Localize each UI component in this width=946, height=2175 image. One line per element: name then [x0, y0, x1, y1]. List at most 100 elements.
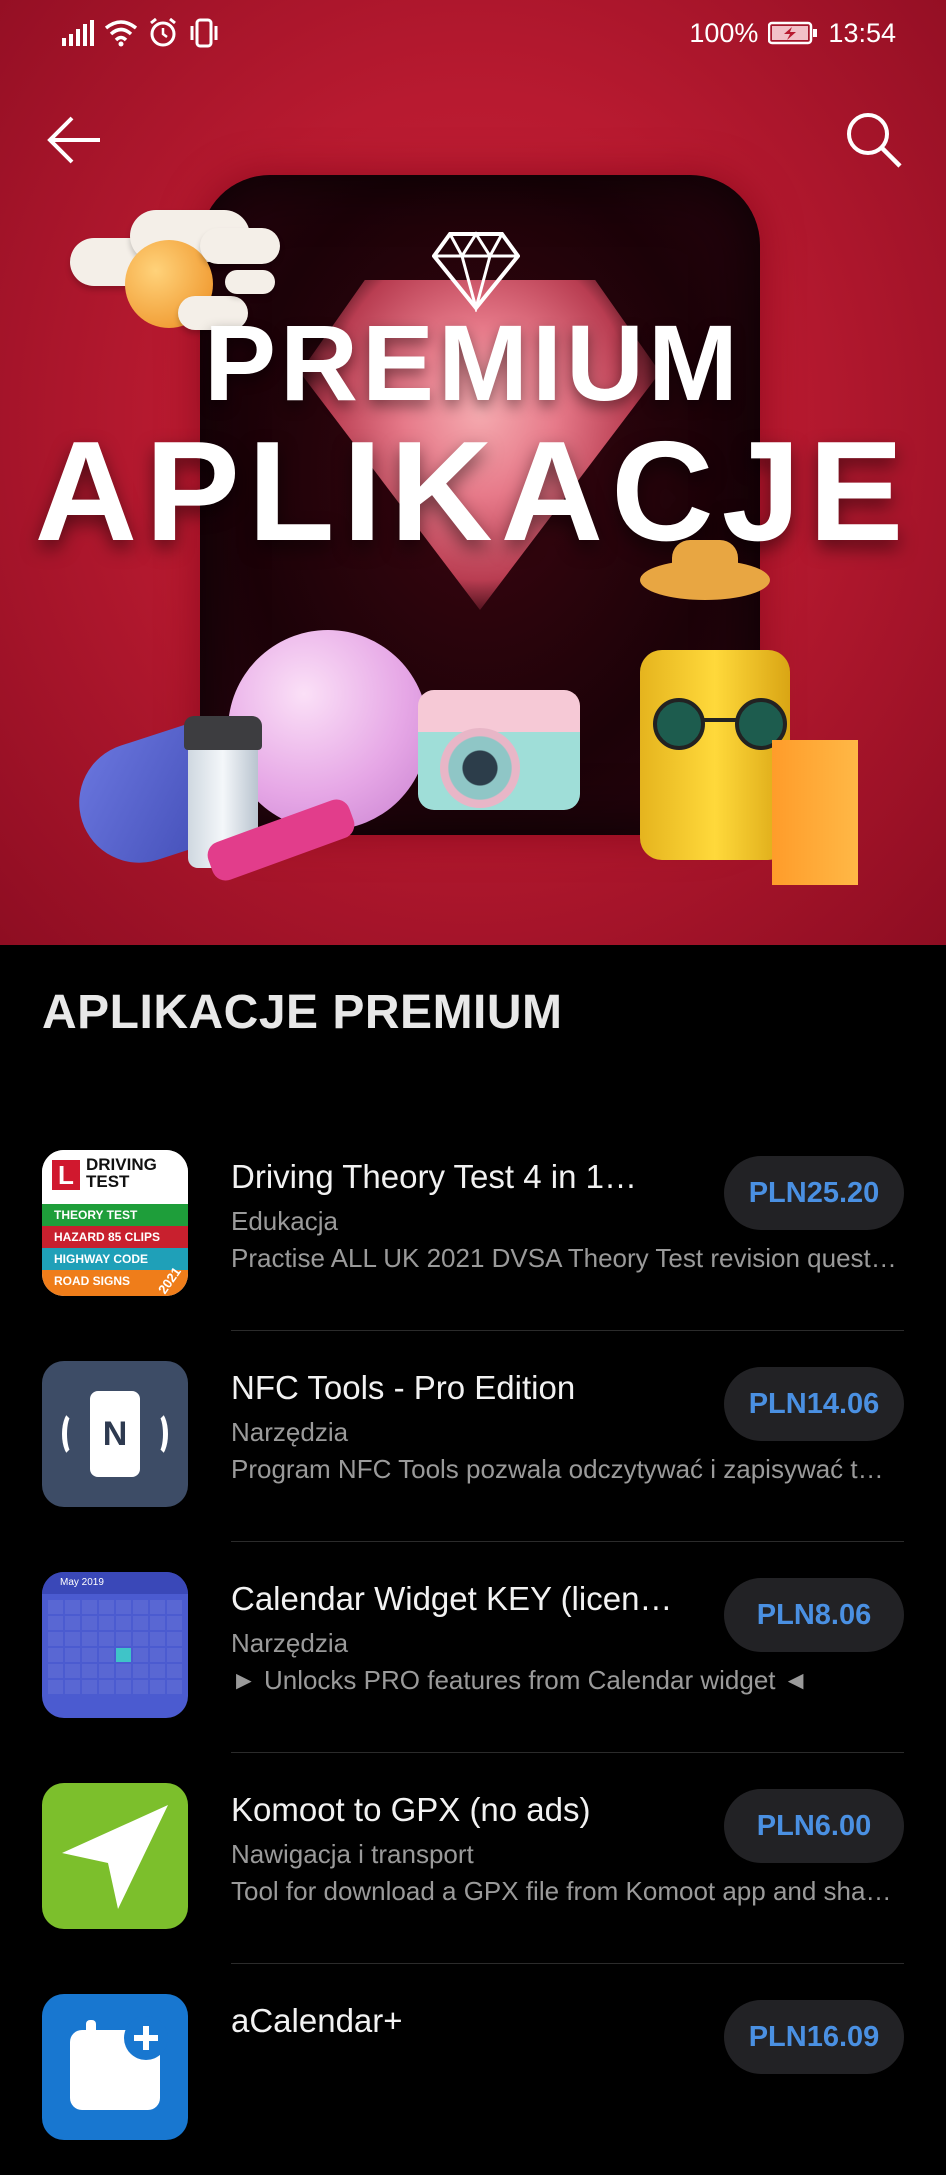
calendar-cell — [82, 1600, 97, 1614]
status-icons-right: 100% 13:54 — [689, 18, 896, 49]
app-name: Driving Theory Test 4 in 1… — [231, 1158, 637, 1195]
price-button[interactable]: PLN14.06 — [724, 1367, 904, 1441]
navigation-arrow-icon — [42, 1783, 188, 1929]
calendar-plus-icon — [70, 2016, 168, 2110]
hero-title-premium: PREMIUM — [204, 302, 742, 423]
list-item[interactable]: L DRIVING TEST THEORY TEST HAZARD 85 CLI… — [0, 1120, 946, 1331]
nfc-wave-left — [62, 1411, 82, 1457]
calendar-cell — [82, 1616, 97, 1630]
list-item[interactable]: N NFC Tools - Pro Edition Narzędzia Prog… — [0, 1331, 946, 1542]
app-description: ► Unlocks PRO features from Calendar wid… — [231, 1665, 809, 1695]
calendar-cell — [48, 1632, 63, 1646]
calendar-cell — [65, 1664, 80, 1678]
calendar-cell — [99, 1616, 114, 1630]
hero-banner: PREMIUM APLIKACJE 100% 13:54 — [0, 0, 946, 945]
price-button[interactable]: PLN6.00 — [724, 1789, 904, 1863]
calendar-cell — [48, 1680, 63, 1694]
calendar-cell — [167, 1664, 182, 1678]
calendar-cell — [150, 1680, 165, 1694]
calendar-cell — [150, 1616, 165, 1630]
list-item[interactable]: Komoot to GPX (no ads) Nawigacja i trans… — [0, 1753, 946, 1964]
list-item[interactable]: May 2019 Calendar Widget KEY (licen… Nar… — [0, 1542, 946, 1753]
calendar-cell — [65, 1648, 80, 1662]
calendar-cell — [116, 1648, 131, 1662]
clock: 13:54 — [828, 17, 896, 48]
search-button[interactable] — [842, 108, 906, 172]
wifi-icon — [104, 20, 138, 47]
calendar-cell — [133, 1664, 148, 1678]
calendar-grid — [48, 1600, 182, 1694]
calendar-cell — [65, 1680, 80, 1694]
suitcase-illustration — [640, 650, 790, 860]
calendar-cell — [116, 1600, 131, 1614]
app-description: Tool for download a GPX file from Komoot… — [231, 1876, 892, 1906]
app-name: Komoot to GPX (no ads) — [231, 1791, 591, 1828]
cloud-decoration — [225, 270, 275, 294]
calendar-cell — [82, 1648, 97, 1662]
app-name: Calendar Widget KEY (licen… — [231, 1580, 673, 1617]
app-name: NFC Tools - Pro Edition — [231, 1369, 576, 1406]
back-button[interactable] — [42, 108, 106, 172]
app-list: L DRIVING TEST THEORY TEST HAZARD 85 CLI… — [0, 1120, 946, 2175]
driving-test-icon: L DRIVING TEST THEORY TEST HAZARD 85 CLI… — [42, 1150, 188, 1296]
hero-title-aplikacje: APLIKACJE — [34, 412, 912, 571]
calendar-cell — [116, 1632, 131, 1646]
list-item[interactable]: aCalendar+ PLN16.09 — [0, 1964, 946, 2175]
search-icon — [847, 113, 902, 168]
calendar-cell — [82, 1664, 97, 1678]
calendar-cell — [99, 1648, 114, 1662]
calendar-cell — [99, 1600, 114, 1614]
calendar-cell — [167, 1632, 182, 1646]
calendar-cell — [99, 1680, 114, 1694]
driving-test-title-line1: DRIVING — [86, 1155, 157, 1174]
section-title: APLIKACJE PREMIUM — [42, 986, 563, 1039]
calendar-cell — [116, 1680, 131, 1694]
calendar-cell — [133, 1648, 148, 1662]
nfc-wave-right — [148, 1411, 168, 1457]
driving-test-title: DRIVING TEST — [86, 1156, 157, 1190]
price-button[interactable]: PLN16.09 — [724, 2000, 904, 2074]
calendar-cell — [167, 1600, 182, 1614]
calendar-cell — [150, 1600, 165, 1614]
camera-lens-illustration — [440, 728, 520, 808]
calendar-cell — [82, 1632, 97, 1646]
calendar-cell — [167, 1680, 182, 1694]
calendar-cell — [150, 1632, 165, 1646]
icon-stripe: THEORY TEST — [42, 1204, 188, 1226]
price-button[interactable]: PLN8.06 — [724, 1578, 904, 1652]
calendar-cell — [48, 1600, 63, 1614]
app-description: Practise ALL UK 2021 DVSA Theory Test re… — [231, 1243, 897, 1273]
top-navigation — [0, 100, 946, 180]
nfc-tools-icon: N — [42, 1361, 188, 1507]
icon-stripe: HIGHWAY CODE — [42, 1248, 188, 1270]
calendar-cell — [116, 1616, 131, 1630]
calendar-cell — [65, 1616, 80, 1630]
navigation-arrow-icon-glyph — [62, 1805, 168, 1909]
driving-test-logo: L DRIVING TEST — [42, 1150, 188, 1208]
back-arrow-icon — [47, 116, 100, 164]
l-plate-icon: L — [52, 1160, 80, 1190]
icon-stripe: HAZARD 85 CLIPS — [42, 1226, 188, 1248]
acalendar-icon — [42, 1994, 188, 2140]
status-bar: 100% 13:54 — [0, 0, 946, 66]
calendar-cell — [167, 1648, 182, 1662]
calendar-cell — [133, 1632, 148, 1646]
calendar-cell — [133, 1680, 148, 1694]
calendar-cell — [48, 1664, 63, 1678]
nfc-card: N — [90, 1391, 140, 1477]
price-button[interactable]: PLN25.20 — [724, 1156, 904, 1230]
status-icons-left — [62, 18, 220, 48]
shaker-cap-illustration — [184, 716, 262, 750]
app-name: aCalendar+ — [231, 2002, 403, 2039]
battery-charging-icon — [768, 21, 818, 45]
shopping-bag-illustration — [772, 740, 858, 885]
calendar-cell — [48, 1616, 63, 1630]
app-description: Program NFC Tools pozwala odczytywać i z… — [231, 1454, 884, 1484]
calendar-cell — [65, 1632, 80, 1646]
calendar-cell — [150, 1648, 165, 1662]
calendar-cell — [48, 1648, 63, 1662]
calendar-cell — [133, 1616, 148, 1630]
driving-test-title-line2: TEST — [86, 1172, 130, 1191]
calendar-cell — [150, 1664, 165, 1678]
alarm-icon — [150, 18, 176, 47]
